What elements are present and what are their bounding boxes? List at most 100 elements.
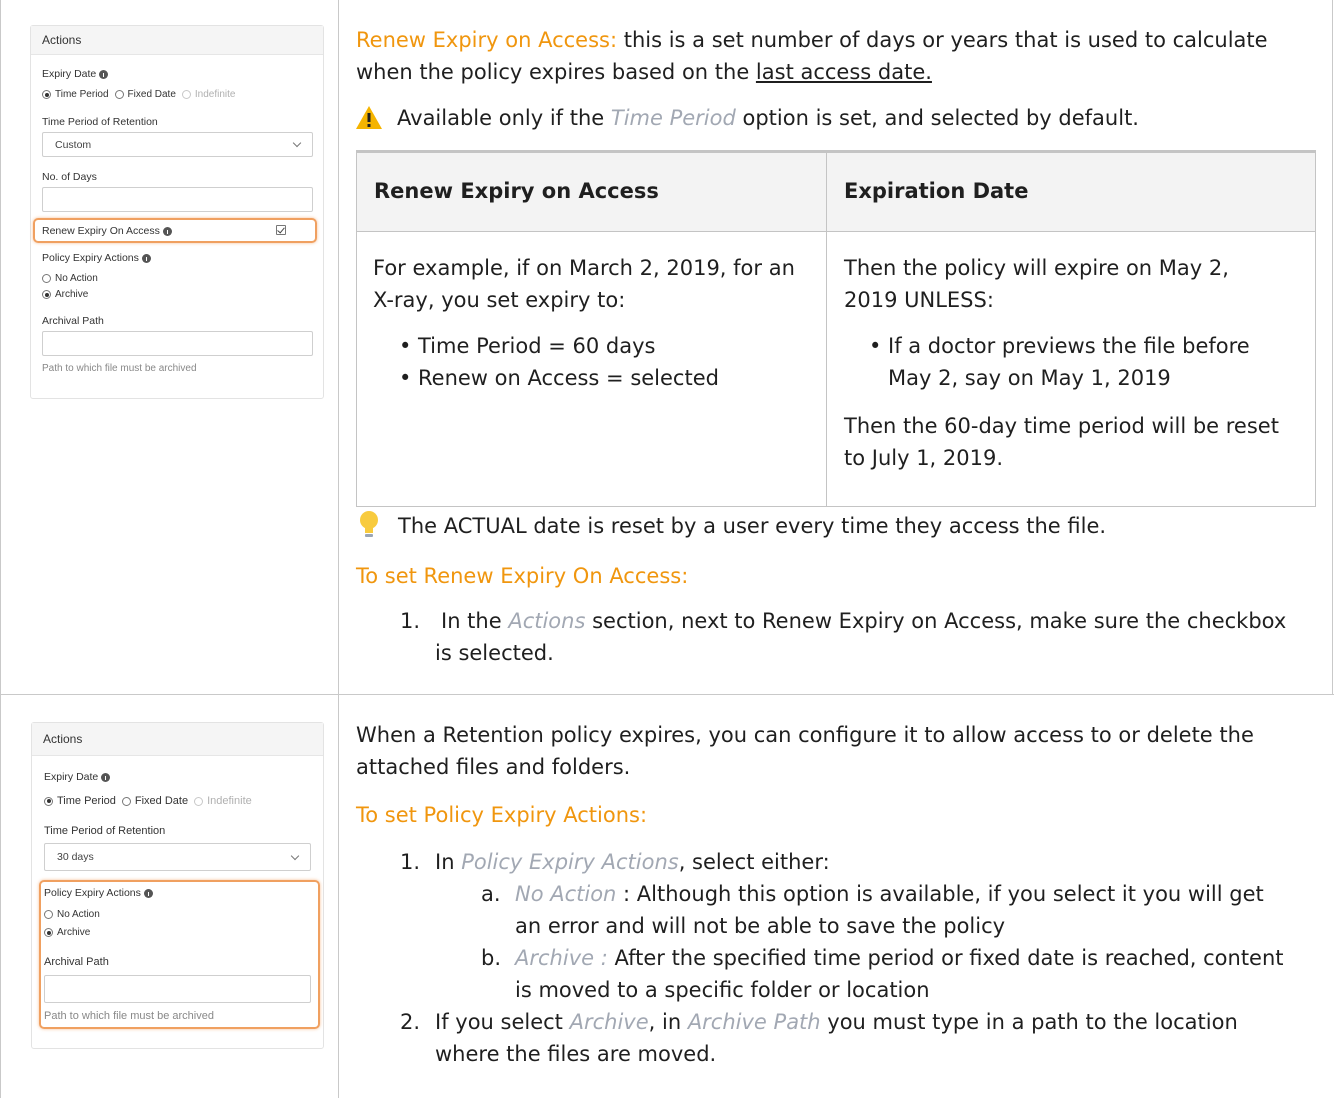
actions-panel-screenshot-1: Actions Expiry Date Time Period Fixed Da… (30, 25, 324, 399)
example-right-line2: 2019 UNLESS: (844, 288, 994, 312)
retention-select[interactable]: 30 days (44, 843, 311, 871)
actions-panel-screenshot-2: Actions Expiry Date Time Period Fixed Da… (31, 722, 324, 1049)
expiry-date-radios: Time Period Fixed Date Indefinite (42, 89, 242, 100)
substep-letter: a. (481, 882, 501, 906)
archival-path-label: Archival Path (44, 956, 109, 968)
text-run: In the (441, 609, 509, 633)
warning-icon (356, 106, 382, 129)
time-period-ref: Time Period (610, 106, 743, 130)
table-column-divider (826, 150, 827, 507)
expiry-date-text: Expiry Date (44, 771, 99, 783)
expiry-substep-a-line2: an error and will not be able to save th… (515, 914, 1006, 938)
text-run: when the policy expires based on the (356, 60, 756, 84)
step-number: 1. (400, 609, 421, 633)
table-header-expiration: Expiration Date (827, 151, 1315, 231)
text-run: After the specified time period or fixed… (607, 946, 1284, 970)
radio-no-action[interactable]: No Action (44, 909, 106, 920)
example-bullet-1: Time Period = 60 days (399, 330, 656, 362)
expiry-step2-line1: If you select Archive, in Archive Path y… (435, 1006, 1238, 1038)
radio-time-period[interactable]: Time Period (44, 795, 116, 807)
text-run: this is (617, 28, 693, 52)
radio-archive[interactable]: Archive (42, 289, 94, 300)
expiry-actions-text: Policy Expiry Actions (44, 887, 141, 899)
renew-step1-line2: is selected. (435, 641, 554, 665)
panel-header: Actions (32, 723, 323, 756)
warning-dot (367, 124, 371, 127)
example-right-after-line1: Then the 60-day time period will be rese… (844, 414, 1279, 438)
bulb-neck (365, 527, 373, 533)
warning-bar (367, 113, 371, 122)
radio-fixed-date[interactable]: Fixed Date (114, 89, 176, 100)
warning-text: Available only if the Time Period option… (397, 102, 1139, 134)
radio-empty-icon (114, 90, 124, 99)
retention-select[interactable]: Custom (42, 132, 313, 157)
radio-no-action[interactable]: No Action (42, 273, 104, 284)
expiry-substep-b-line1: Archive : After the specified time perio… (515, 942, 1284, 974)
info-icon (101, 772, 111, 782)
info-icon (99, 69, 109, 79)
text-run: option is set, and selected by default. (742, 106, 1139, 130)
text-run: : Although this option is available, if … (616, 882, 1264, 906)
table-top-border (356, 151, 1316, 153)
radio-selected-icon (42, 90, 51, 99)
panel-header: Actions (31, 26, 323, 55)
expiry-actions-label: Policy Expiry Actions (42, 252, 151, 264)
renew-description-line2: when the policy expires based on the las… (356, 56, 932, 88)
archival-hint: Path to which file must be archived (44, 1010, 214, 1022)
example-right-bullet: If a doctor previews the file before (869, 330, 1250, 362)
days-input[interactable] (42, 187, 313, 212)
actions-ref: Actions (508, 609, 586, 633)
archival-path-label: Archival Path (42, 315, 104, 327)
text-run: Available only if the (397, 106, 611, 130)
radio-label: No Action (57, 909, 100, 920)
renew-checkbox[interactable] (276, 225, 286, 235)
radio-indefinite[interactable]: Indefinite (194, 795, 252, 807)
expiry-howto-title: To set Policy Expiry Actions: (356, 803, 648, 827)
retention-value: 30 days (57, 851, 94, 863)
example-left-line1: For example, if on March 2, 2019, for an (373, 256, 795, 280)
radio-selected-icon (44, 796, 53, 806)
radio-indefinite[interactable]: Indefinite (181, 89, 236, 100)
lightbulb-icon (360, 511, 378, 537)
step-number: 2. (400, 1010, 421, 1034)
radio-empty-icon (194, 796, 204, 806)
example-right-bullet-cont: May 2, say on May 1, 2019 (888, 366, 1171, 390)
last-access-date-link[interactable]: last access date. (756, 60, 932, 84)
table-border-left (0, 0, 1, 1098)
radio-archive[interactable]: Archive (44, 927, 96, 938)
archival-path-input[interactable] (42, 331, 313, 356)
radio-label: Indefinite (194, 89, 236, 100)
tip-text: The ACTUAL date is reset by a user every… (398, 514, 1107, 538)
renew-step1-line1: In the Actions section, next to Renew Ex… (441, 605, 1286, 637)
retention-value: Custom (55, 138, 92, 151)
expiry-actions-text: Policy Expiry Actions (42, 252, 139, 264)
renew-label: Renew Expiry On Access (42, 225, 172, 237)
step-number: 1. (400, 850, 421, 874)
archive-ref: Archive (569, 1010, 649, 1034)
radio-time-period[interactable]: Time Period (42, 89, 109, 100)
text-run: , in (648, 1010, 688, 1034)
info-icon (162, 226, 172, 236)
info-icon (143, 888, 153, 898)
expiry-substep-b-line2: is moved to a specific folder or locatio… (515, 978, 930, 1002)
radio-empty-icon (42, 274, 51, 283)
example-right-after-line2: to July 1, 2019. (844, 446, 1004, 470)
expiry-step2-line2: where the files are moved. (435, 1042, 717, 1066)
radio-selected-icon (42, 290, 51, 299)
radio-label: Time Period (55, 89, 109, 100)
bulb-base (365, 534, 373, 537)
archival-path-input[interactable] (44, 975, 311, 1003)
text-run: section, next to Renew Expiry on Access,… (585, 609, 1287, 633)
expiry-substep-a-line1: No Action : Although this option is avai… (515, 878, 1264, 910)
days-label: No. of Days (42, 171, 97, 183)
radio-empty-icon (121, 796, 131, 806)
renew-title: Renew Expiry on Access: (356, 28, 618, 52)
text-run: a (692, 28, 706, 52)
renew-description-line1: Renew Expiry on Access: this is a set nu… (356, 24, 1268, 56)
radio-fixed-date[interactable]: Fixed Date (121, 795, 188, 807)
expiry-step1: In Policy Expiry Actions, select either: (435, 846, 830, 878)
radio-selected-icon (44, 928, 53, 937)
table-border-right (1332, 0, 1333, 695)
expiry-actions-label: Policy Expiry Actions (44, 887, 153, 899)
radio-empty-icon (181, 90, 191, 99)
